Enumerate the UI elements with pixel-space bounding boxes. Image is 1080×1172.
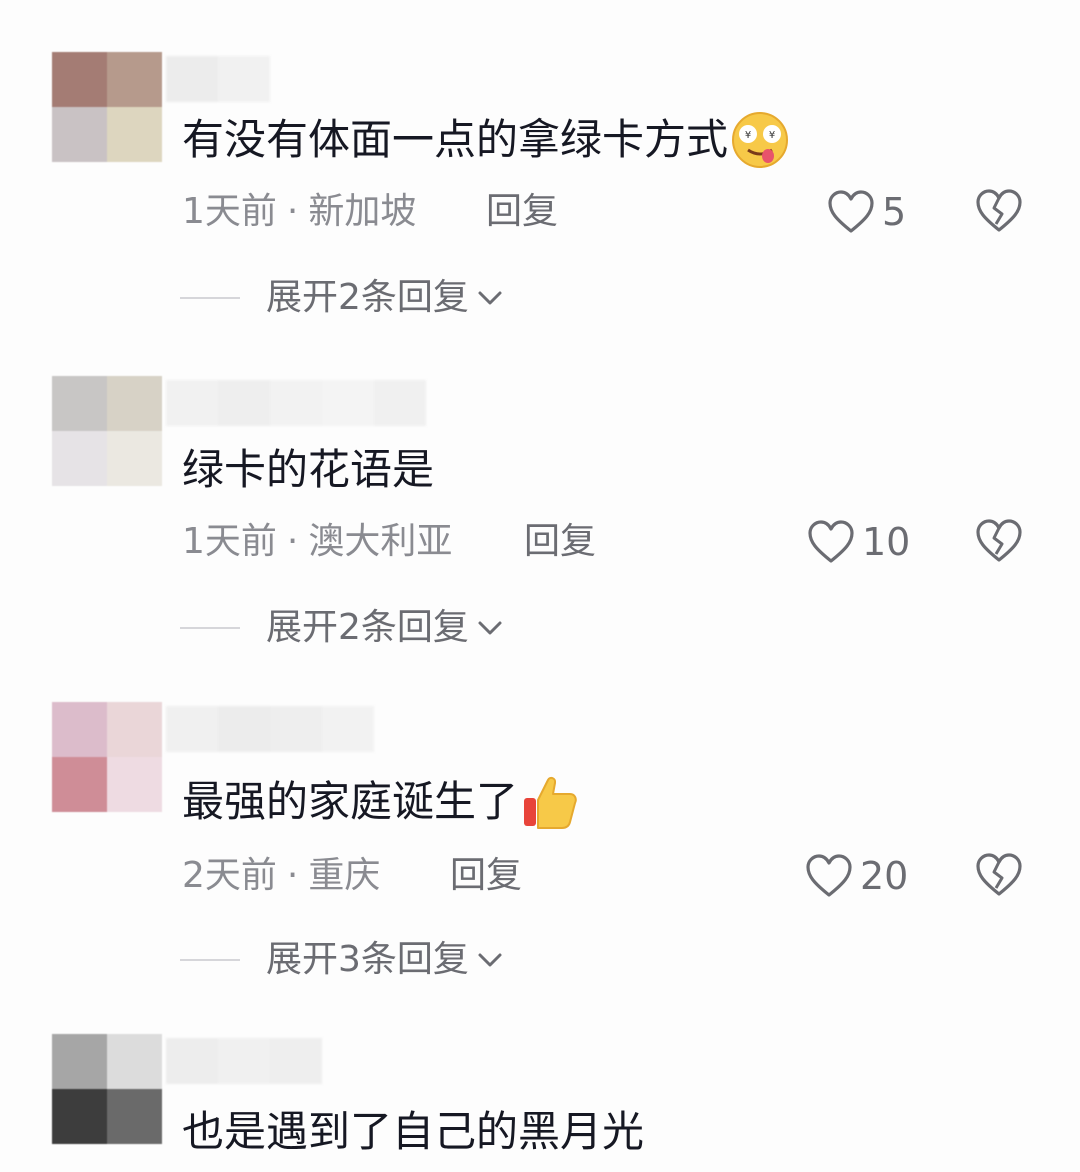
username-blurred[interactable] (166, 706, 374, 752)
broken-heart-icon[interactable] (974, 188, 1024, 234)
avatar-pixel (52, 52, 107, 107)
comment-text-content: 有没有体面一点的拿绿卡方式 (182, 115, 729, 164)
comment-time: 1天前 (182, 191, 277, 232)
heart-outline-icon (828, 190, 874, 233)
like-button[interactable]: 20 (804, 852, 908, 900)
chevron-down-icon (478, 953, 502, 967)
avatar-pixel (52, 431, 107, 486)
like-button[interactable]: 5 (826, 188, 906, 236)
avatar[interactable] (52, 702, 162, 812)
avatar-pixel (107, 107, 162, 162)
expand-replies-button[interactable]: 展开2条回复 (180, 604, 505, 652)
comment-location: 澳大利亚 (308, 521, 453, 562)
reply-button[interactable]: 回复 (450, 852, 522, 900)
separator-dot: · (286, 855, 299, 896)
like-count: 20 (860, 854, 909, 898)
comment-text: 最强的家庭诞生了 (182, 772, 580, 832)
expand-replies-label: 展开2条回复 (266, 277, 469, 318)
avatar-pixel (52, 1034, 107, 1089)
divider-line (180, 297, 240, 299)
avatar-pixel (107, 1034, 162, 1089)
username-blurred[interactable] (166, 380, 426, 426)
comment-meta: 1天前 · 澳大利亚 (182, 518, 452, 566)
chevron-down-icon (478, 621, 502, 635)
broken-heart-icon[interactable] (974, 518, 1024, 564)
avatar-pixel (52, 757, 107, 812)
avatar-pixel (107, 757, 162, 812)
avatar-pixel (52, 1089, 107, 1144)
expand-replies-button[interactable]: 展开2条回复 (180, 274, 505, 322)
comment-location: 重庆 (308, 855, 381, 896)
avatar-pixel (52, 702, 107, 757)
comment-text: 有没有体面一点的拿绿卡方式 ¥ ¥ (182, 110, 790, 170)
avatar[interactable] (52, 376, 162, 486)
comment-text: 也是遇到了自己的黑月光 (182, 1104, 644, 1160)
drooling-face-emoji: ¥ ¥ (732, 112, 789, 168)
comment-meta: 2天前 · 重庆 (182, 852, 380, 900)
comment-text-content: 最强的家庭诞生了 (182, 777, 519, 826)
comment-time: 1天前 (182, 521, 277, 562)
thumbs-up-emoji (524, 776, 577, 829)
username-blurred[interactable] (166, 1038, 322, 1084)
expand-replies-label: 展开3条回复 (266, 939, 469, 980)
avatar-pixel (107, 52, 162, 107)
reply-button[interactable]: 回复 (524, 518, 596, 566)
chevron-down-icon (478, 291, 502, 305)
avatar-pixel (107, 431, 162, 486)
avatar[interactable] (52, 1034, 162, 1144)
broken-heart-icon[interactable] (974, 852, 1024, 898)
svg-text:¥: ¥ (769, 130, 775, 141)
avatar-pixel (107, 376, 162, 431)
username-blurred[interactable] (166, 56, 270, 102)
separator-dot: · (286, 191, 299, 232)
comment-text-content: 绿卡的花语是 (182, 445, 435, 494)
heart-outline-icon (806, 854, 852, 897)
divider-line (180, 627, 240, 629)
avatar-pixel (107, 702, 162, 757)
like-count: 5 (882, 190, 907, 234)
like-count: 10 (862, 520, 911, 564)
expand-replies-button[interactable]: 展开3条回复 (180, 936, 505, 984)
comment-meta: 1天前 · 新加坡 (182, 188, 416, 236)
svg-text:¥: ¥ (745, 130, 751, 141)
avatar-pixel (52, 376, 107, 431)
heart-outline-icon (808, 520, 854, 563)
comment-text-content: 也是遇到了自己的黑月光 (182, 1107, 645, 1156)
separator-dot: · (286, 521, 299, 562)
avatar-pixel (52, 107, 107, 162)
reply-button[interactable]: 回复 (486, 188, 558, 236)
comment-time: 2天前 (182, 855, 277, 896)
like-button[interactable]: 10 (806, 518, 910, 566)
divider-line (180, 959, 240, 961)
avatar[interactable] (52, 52, 162, 162)
comment-location: 新加坡 (308, 191, 417, 232)
comment-text: 绿卡的花语是 (182, 442, 434, 498)
avatar-pixel (107, 1089, 162, 1144)
expand-replies-label: 展开2条回复 (266, 607, 469, 648)
